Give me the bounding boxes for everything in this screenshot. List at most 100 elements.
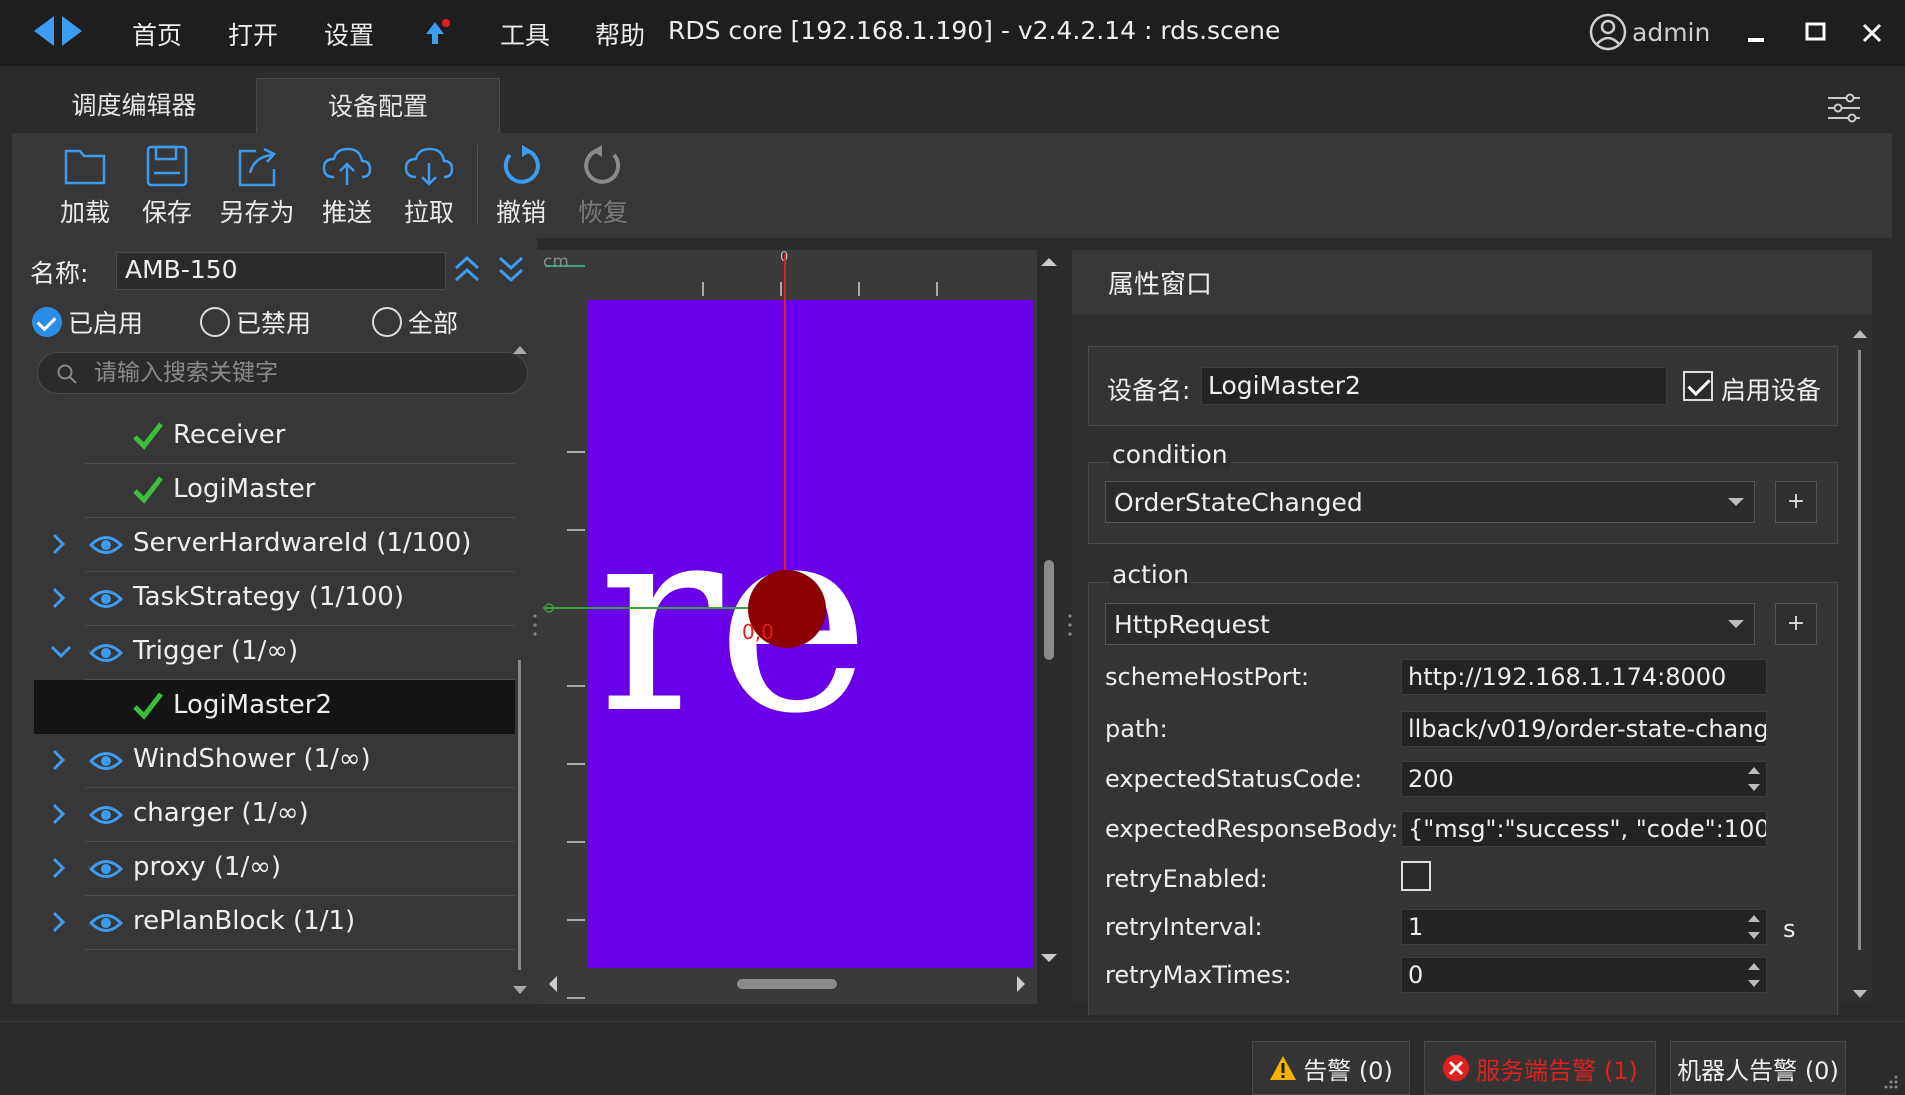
collapse-all-icon[interactable] [452, 252, 482, 292]
menu-tools[interactable]: 工具 [500, 16, 550, 52]
search-input[interactable] [94, 359, 494, 387]
scheme-host-port-field[interactable]: http://192.168.1.174:8000 [1401, 659, 1767, 695]
tree-group-replanblock[interactable]: rePlanBlock (1/1) [37, 896, 515, 950]
check-icon [133, 422, 163, 450]
tree-group-trigger[interactable]: Trigger (1/∞) [37, 626, 515, 680]
search-icon [57, 364, 77, 384]
radio-enabled[interactable]: 已启用 [32, 304, 143, 340]
chevron-right-icon[interactable] [49, 746, 69, 774]
user-menu[interactable]: admin [1588, 12, 1710, 52]
action-select-value: HttpRequest [1114, 610, 1270, 639]
canvas-vertical-scrollbar[interactable] [1037, 250, 1061, 970]
load-button[interactable]: 加载 [50, 143, 120, 229]
save-button[interactable]: 保存 [132, 143, 202, 229]
cloud-upload-icon [322, 147, 372, 185]
name-field[interactable]: AMB-150 [116, 252, 446, 290]
action-select[interactable]: HttpRequest [1105, 603, 1755, 645]
retry-enabled-label: retryEnabled: [1105, 865, 1268, 893]
menu-help[interactable]: 帮助 [595, 16, 645, 52]
robot-alarm-button[interactable]: 机器人告警 (0) [1670, 1041, 1846, 1095]
folder-icon [64, 149, 106, 185]
menu-home[interactable]: 首页 [132, 16, 182, 52]
radio-disabled-label: 已禁用 [236, 309, 312, 338]
warning-icon [1270, 1056, 1297, 1080]
resize-grip-icon[interactable] [1880, 1071, 1900, 1095]
tree-group-label: Trigger (1/∞) [133, 636, 299, 666]
device-name-label: 设备名: [1107, 376, 1191, 405]
eye-icon [89, 590, 123, 608]
tree-group-label: TaskStrategy (1/100) [133, 582, 404, 612]
chevron-right-icon[interactable] [49, 908, 69, 936]
property-panel-header: 属性窗口 [1072, 250, 1872, 314]
tree-item-logimaster2[interactable]: LogiMaster2 [34, 680, 515, 734]
chevron-right-icon[interactable] [49, 530, 69, 558]
path-field[interactable]: llback/v019/order-state-change [1401, 711, 1767, 747]
radio-all-label: 全部 [408, 309, 459, 338]
add-action-button[interactable]: + [1775, 603, 1817, 645]
condition-select-value: OrderStateChanged [1114, 488, 1363, 517]
path-label: path: [1105, 715, 1168, 743]
save-as-label: 另存为 [219, 198, 295, 227]
tree-group-charger[interactable]: charger (1/∞) [37, 788, 515, 842]
redo-button[interactable]: 恢复 [568, 143, 638, 229]
tree-group-serverhardwareid[interactable]: ServerHardwareId (1/100) [37, 518, 515, 572]
check-icon [133, 476, 163, 504]
pull-button[interactable]: 拉取 [394, 143, 464, 229]
spin-arrows-icon[interactable] [1746, 912, 1762, 942]
enable-device-checkbox[interactable] [1683, 371, 1713, 401]
device-list-panel: 名称: AMB-150 已启用 已禁用 全部 Receiver LogiMast… [12, 238, 537, 1004]
device-name-field[interactable]: LogiMaster2 [1201, 367, 1667, 405]
radio-all-indicator [372, 307, 402, 337]
undo-button[interactable]: 撤销 [486, 143, 556, 229]
radio-disabled[interactable]: 已禁用 [200, 304, 311, 340]
settings-sliders-icon[interactable] [1826, 92, 1862, 130]
chevron-right-icon[interactable] [49, 854, 69, 882]
close-button[interactable] [1852, 14, 1892, 54]
menu-open[interactable]: 打开 [228, 16, 278, 52]
alarm-label: 告警 (0) [1303, 1056, 1393, 1085]
chevron-right-icon[interactable] [49, 800, 69, 828]
tree-group-proxy[interactable]: proxy (1/∞) [37, 842, 515, 896]
eye-icon [89, 806, 123, 824]
tree-item-label: LogiMaster2 [173, 690, 332, 720]
spin-arrows-icon[interactable] [1746, 764, 1762, 794]
expected-response-body-label: expectedResponseBody: [1105, 815, 1399, 843]
radio-enabled-label: 已启用 [68, 309, 144, 338]
tab-dispatch-editor[interactable]: 调度编辑器 [12, 78, 256, 133]
toolbar-divider [477, 145, 478, 225]
tree-group-windshower[interactable]: WindShower (1/∞) [37, 734, 515, 788]
alarm-button[interactable]: 告警 (0) [1252, 1041, 1410, 1095]
push-button[interactable]: 推送 [312, 143, 382, 229]
window-title: RDS core [192.168.1.190] - v2.4.2.14 : r… [668, 16, 1281, 45]
retry-max-times-spinbox[interactable]: 0 [1401, 957, 1767, 993]
tab-device-config[interactable]: 设备配置 [256, 78, 500, 133]
add-condition-button[interactable]: + [1775, 481, 1817, 523]
retry-enabled-checkbox[interactable] [1401, 861, 1431, 891]
upload-update-icon[interactable] [424, 18, 452, 54]
canvas-horizontal-scrollbar[interactable] [537, 972, 1037, 996]
chevron-right-icon[interactable] [49, 584, 69, 612]
property-scrollbar[interactable] [1848, 324, 1872, 1002]
server-alarm-label: 服务端告警 (1) [1476, 1056, 1638, 1085]
minimize-button[interactable] [1736, 14, 1776, 54]
radio-all[interactable]: 全部 [372, 304, 458, 340]
expand-all-icon[interactable] [496, 252, 526, 292]
tree-group-taskstrategy[interactable]: TaskStrategy (1/100) [37, 572, 515, 626]
condition-select[interactable]: OrderStateChanged [1105, 481, 1755, 523]
tree-scrollbar[interactable] [508, 338, 532, 998]
server-alarm-button[interactable]: 服务端告警 (1) [1424, 1041, 1656, 1095]
retry-interval-spinbox[interactable]: 1 [1401, 909, 1767, 945]
action-group-title: action [1110, 560, 1191, 589]
spin-arrows-icon[interactable] [1746, 960, 1762, 990]
radio-disabled-indicator [200, 307, 230, 337]
chevron-down-icon[interactable] [49, 638, 73, 666]
retry-interval-unit: s [1783, 915, 1796, 943]
maximize-button[interactable] [1796, 14, 1836, 54]
save-as-button[interactable]: 另存为 [212, 143, 302, 229]
menu-settings[interactable]: 设置 [324, 16, 374, 52]
tree-item-logimaster[interactable]: LogiMaster [37, 464, 515, 518]
retry-interval-value: 1 [1408, 913, 1424, 941]
tree-item-receiver[interactable]: Receiver [37, 410, 515, 464]
expected-status-code-spinbox[interactable]: 200 [1401, 761, 1767, 797]
expected-response-body-field[interactable]: {"msg":"success", "code":1000} [1401, 811, 1767, 847]
